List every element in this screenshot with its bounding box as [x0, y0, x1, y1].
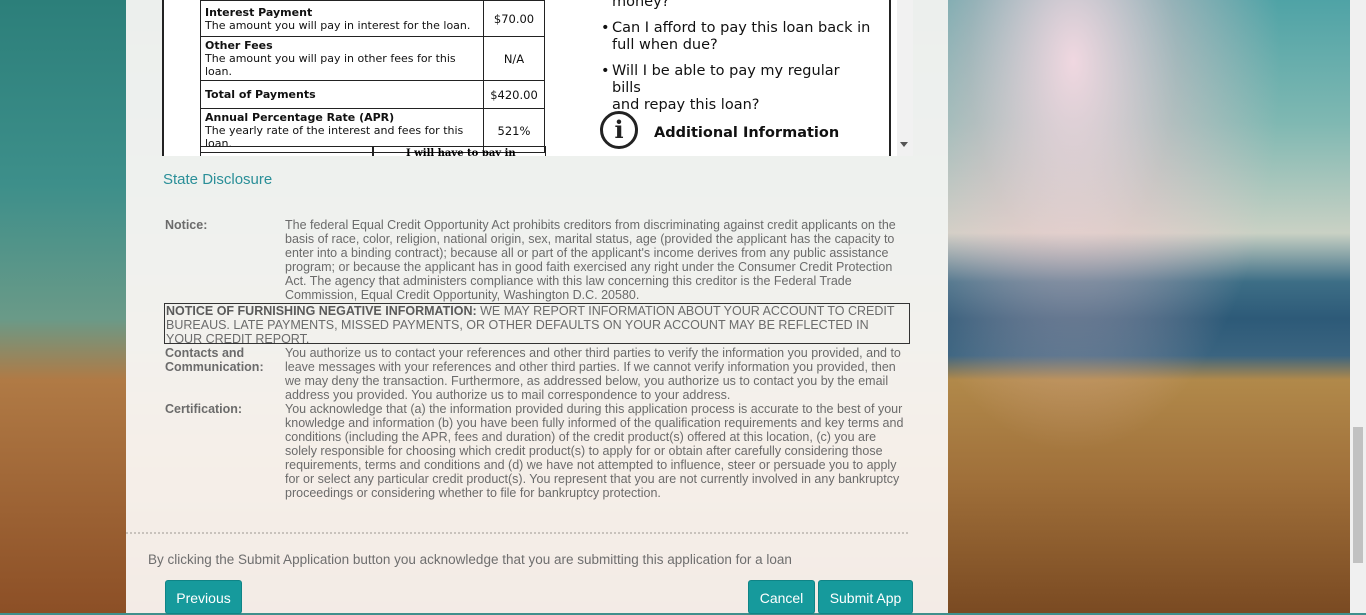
certification-line: for or select any particular credit prod…	[285, 472, 900, 486]
page-scrollbar[interactable]	[1350, 0, 1366, 613]
table-cell-label: Interest Payment The amount you will pay…	[200, 0, 484, 37]
question-line: full when due?	[612, 37, 718, 53]
notice-box-text: WE MAY REPORT INFORMATION ABOUT YOUR ACC…	[476, 304, 895, 318]
contacts-label-line: Contacts and	[165, 346, 245, 360]
partial-table-row: I will have to pay in	[200, 146, 546, 156]
row-value: N/A	[483, 36, 545, 81]
loan-cost-table: Interest Payment The amount you will pay…	[200, 0, 545, 153]
background-right	[948, 0, 1366, 613]
certification-line: You acknowledge that (a) the information…	[285, 402, 903, 416]
bullet-icon: •	[601, 20, 610, 36]
notice-line: program; or because the applicant has in…	[285, 260, 893, 274]
notice-box-line: NOTICE OF FURNISHING NEGATIVE INFORMATIO…	[166, 304, 908, 318]
notice-label: Notice:	[165, 218, 208, 232]
loan-document-viewer[interactable]: Interest Payment The amount you will pay…	[162, 0, 913, 156]
notice-box-line: YOUR CREDIT REPORT.	[166, 332, 310, 346]
document-border-left	[162, 0, 164, 156]
previous-button[interactable]: Previous	[165, 580, 242, 614]
notice-line: The federal Equal Credit Opportunity Act…	[285, 218, 896, 232]
question-item: • Will I be able to pay my regular bills…	[601, 63, 872, 114]
notice-box-line: BUREAUS. LATE PAYMENTS, MISSED PAYMENTS,…	[166, 318, 869, 332]
table-row: Other Fees The amount you will pay in ot…	[200, 36, 545, 81]
document-scrollbar[interactable]	[897, 0, 913, 156]
additional-information-heading: Additional Information	[654, 125, 840, 141]
contacts-line: address you provided. You authorize us t…	[285, 388, 731, 402]
row-value: $420.00	[483, 80, 545, 109]
contacts-label: Contacts and Communication:	[165, 346, 264, 374]
certification-line: knowledge and information (b) you have b…	[285, 416, 904, 430]
partial-row-text: I will have to pay in	[406, 148, 516, 156]
certification-line: requirements, terms and conditions and (…	[285, 458, 897, 472]
row-description: The amount you will pay in other fees fo…	[205, 52, 456, 78]
question-line: Can I afford to pay this loan back in	[612, 20, 871, 36]
table-row: Total of Payments $420.00	[200, 80, 545, 109]
certification-line: solely responsible for choosing which cr…	[285, 444, 883, 458]
bullet-icon: •	[601, 63, 610, 79]
submit-acknowledgement: By clicking the Submit Application butto…	[148, 552, 792, 567]
row-description: The amount you will pay in interest for …	[205, 18, 471, 32]
row-title: Other Fees	[205, 39, 273, 52]
submit-app-button[interactable]: Submit App	[818, 580, 913, 614]
contacts-line: we may deny the transaction. Furthermore…	[285, 374, 889, 388]
scroll-down-arrow-icon[interactable]	[900, 142, 908, 147]
row-title: Total of Payments	[205, 88, 316, 101]
question-line: Will I be able to pay my regular bills	[612, 63, 840, 96]
notice-line: enter into a binding contract); because …	[285, 246, 889, 260]
notice-text: The federal Equal Credit Opportunity Act…	[285, 218, 910, 302]
contacts-line: leave messages with your references and …	[285, 360, 896, 374]
certification-label: Certification:	[165, 402, 243, 416]
contacts-text: You authorize us to contact your referen…	[285, 346, 910, 402]
certification-line: proceedings or considering whether to fi…	[285, 486, 661, 500]
dotted-divider	[126, 532, 908, 534]
certification-text: You acknowledge that (a) the information…	[285, 402, 910, 500]
info-icon: i	[600, 111, 638, 149]
document-border-right	[889, 0, 891, 156]
contacts-line: You authorize us to contact your referen…	[285, 346, 901, 360]
notice-box-heading: NOTICE OF FURNISHING NEGATIVE INFORMATIO…	[166, 304, 477, 318]
page-scrollbar-thumb[interactable]	[1353, 427, 1363, 563]
row-title: Interest Payment	[205, 5, 313, 19]
row-value: $70.00	[483, 0, 545, 37]
table-cell-label: Other Fees The amount you will pay in ot…	[200, 36, 484, 81]
notice-line: Commission, Equal Credit Opportunity, Wa…	[285, 288, 640, 302]
question-tail: money?	[612, 0, 670, 10]
notice-line: basis of race, color, religion, national…	[285, 232, 895, 246]
table-row: Interest Payment The amount you will pay…	[200, 0, 545, 37]
row-title: Annual Percentage Rate (APR)	[205, 111, 395, 124]
contacts-label-line: Communication:	[165, 360, 264, 374]
cancel-button[interactable]: Cancel	[748, 580, 815, 614]
question-item: • Can I afford to pay this loan back in …	[601, 20, 872, 54]
table-divider	[372, 147, 374, 156]
question-line: and repay this loan?	[612, 97, 760, 113]
background-left	[0, 0, 126, 613]
table-cell-label: Total of Payments	[200, 80, 484, 109]
certification-line: conditions (including the APR, fees and …	[285, 430, 877, 444]
notice-line: Act. The agency that administers complia…	[285, 274, 852, 288]
negative-information-notice: NOTICE OF FURNISHING NEGATIVE INFORMATIO…	[164, 303, 910, 346]
state-disclosure-title: State Disclosure	[163, 171, 273, 188]
